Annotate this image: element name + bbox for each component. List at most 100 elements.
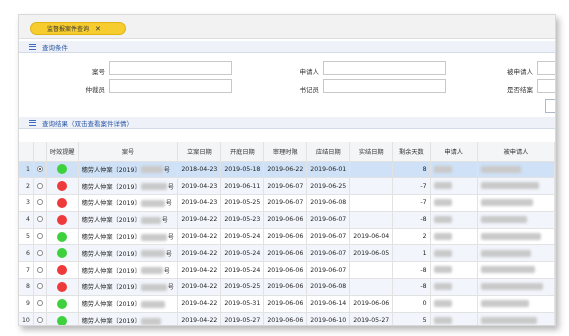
row-radio[interactable] <box>33 278 47 296</box>
clerk-label: 书记员 <box>299 86 320 94</box>
col-header-hearing-date[interactable]: 开庭日期 <box>220 142 265 162</box>
applicant-cell <box>430 177 478 196</box>
applicant-cell <box>430 244 478 263</box>
row-radio[interactable] <box>33 228 47 246</box>
case-number-cell[interactable]: 穗劳人仲案〔2019〕 号 <box>78 161 179 179</box>
query-button[interactable] <box>545 99 555 113</box>
case-number-cell[interactable]: 穗劳人仲案〔2019〕 <box>78 295 179 313</box>
table-row[interactable]: 8 穗劳人仲案〔2019〕号 2019-04-22 2019-05-25 2019-06… <box>19 278 555 296</box>
radio-icon[interactable] <box>36 182 43 189</box>
arbitrator-input[interactable] <box>109 79 232 93</box>
row-radio[interactable] <box>33 261 47 280</box>
row-number: 5 <box>19 228 34 246</box>
radio-icon[interactable] <box>36 266 43 273</box>
closed-status-select[interactable] <box>537 79 555 93</box>
row-number: 10 <box>19 312 34 325</box>
col-header-filing-date[interactable]: 立案日期 <box>177 142 222 162</box>
radio-icon[interactable] <box>36 233 43 240</box>
tab-case-query[interactable]: 监督报案件查询 ✕ <box>30 22 126 35</box>
table-row[interactable]: 4 穗劳人仲案〔2019〕号 2019-04-22 2019-05-23 2019-06… <box>19 211 555 229</box>
respondent-input[interactable] <box>537 61 555 75</box>
redacted-text <box>433 283 452 291</box>
radio-icon[interactable] <box>36 283 43 290</box>
remaining-days-cell: 5 <box>392 312 431 325</box>
hearing-date-cell: 2019-05-27 <box>220 312 265 325</box>
case-number-cell[interactable]: 穗劳人仲案〔2019〕 号 <box>78 194 179 212</box>
radio-icon[interactable] <box>36 165 43 172</box>
table-row[interactable]: 5 穗劳人仲案〔2019〕号 2019-04-22 2019-05-24 2019-06… <box>19 228 555 246</box>
case-number-cell[interactable]: 穗劳人仲案〔2019〕 号 <box>78 228 179 246</box>
query-section-header[interactable]: 查询条件 <box>19 41 555 53</box>
red-status-dot-icon <box>57 197 68 208</box>
case-number-cell[interactable]: 穗劳人仲案〔2019〕 号 <box>78 244 179 263</box>
table-row[interactable]: 1 穗劳人仲案〔2019〕号 2018-04-23 2019-05-18 2019-06… <box>19 161 555 179</box>
redacted-text <box>433 300 452 308</box>
row-radio[interactable] <box>33 161 47 179</box>
radio-icon[interactable] <box>36 216 43 223</box>
case-number-prefix: 穗劳人仲案〔2019〕 <box>81 318 141 326</box>
table-row[interactable]: 7 穗劳人仲案〔2019〕号 2019-04-22 2019-05-24 2019-06… <box>19 261 555 280</box>
table-row[interactable]: 6 穗劳人仲案〔2019〕号 2019-04-22 2019-05-24 2019-06… <box>19 244 555 263</box>
case-number-cell[interactable]: 穗劳人仲案〔2019〕 号 <box>78 278 179 296</box>
row-radio[interactable] <box>33 295 47 313</box>
deadline-alert-cell <box>46 161 79 179</box>
table-row[interactable]: 2 穗劳人仲案〔2019〕号 2019-04-23 2019-06-11 2019-06… <box>19 177 555 196</box>
hearing-date-cell: 2019-05-25 <box>220 278 265 296</box>
col-header-remaining-days[interactable]: 剩余天数 <box>392 142 431 162</box>
case-number-input[interactable] <box>109 61 232 75</box>
table-row[interactable]: 9 穗劳人仲案〔2019〕 2019-04-22 2019-05-31 2019-06-… <box>19 295 555 313</box>
remaining-days-cell: 8 <box>392 161 431 179</box>
row-radio[interactable] <box>33 194 47 212</box>
radio-icon[interactable] <box>36 300 43 307</box>
row-radio[interactable] <box>33 177 47 196</box>
redacted-text <box>140 317 161 325</box>
closed-date-cell <box>349 261 394 280</box>
redacted-text <box>140 250 165 258</box>
closed-date-cell <box>349 278 394 296</box>
green-status-dot-icon <box>57 315 68 325</box>
due-date-cell: 2019-06-07 <box>306 261 351 280</box>
due-date-cell: 2019-06-07 <box>306 244 351 263</box>
col-header-applicant[interactable]: 申请人 <box>430 142 478 162</box>
remaining-days-cell: -8 <box>392 211 431 229</box>
table-row[interactable]: 10 穗劳人仲案〔2019〕 2019-04-22 2019-05-27 2019-06… <box>19 312 555 326</box>
radio-icon[interactable] <box>36 249 43 256</box>
due-date-cell: 2019-06-07 <box>306 228 351 246</box>
col-header-case-number[interactable]: 案号 <box>78 142 179 162</box>
redacted-text <box>140 199 165 207</box>
col-header-due-date[interactable]: 应结日期 <box>306 142 351 162</box>
deadline-alert-cell <box>46 244 79 263</box>
redacted-text <box>480 232 541 240</box>
results-section-header[interactable]: 查询结果（双击查看案件详情） <box>19 117 555 129</box>
case-number-suffix: 号 <box>163 166 170 174</box>
row-number-header <box>19 142 34 162</box>
trial-limit-cell: 2019-06-06 <box>263 295 308 313</box>
row-radio[interactable] <box>33 244 47 263</box>
row-radio[interactable] <box>33 312 47 325</box>
applicant-cell <box>430 261 478 280</box>
case-number-cell[interactable]: 穗劳人仲案〔2019〕 号 <box>78 261 179 280</box>
col-header-respondent[interactable]: 被申请人 <box>477 142 555 162</box>
col-header-closed-date[interactable]: 实结日期 <box>349 142 394 162</box>
col-header-trial-limit[interactable]: 审理时限 <box>263 142 308 162</box>
hearing-date-cell: 2019-05-24 <box>220 244 265 263</box>
case-number-cell[interactable]: 穗劳人仲案〔2019〕 <box>78 312 179 326</box>
arbitrator-label: 仲裁员 <box>85 86 106 94</box>
row-radio[interactable] <box>33 211 47 229</box>
case-number-cell[interactable]: 穗劳人仲案〔2019〕 号 <box>78 211 179 229</box>
hearing-date-cell: 2019-05-31 <box>220 295 265 313</box>
deadline-alert-cell <box>46 228 79 246</box>
case-number-suffix: 号 <box>167 183 174 191</box>
radio-icon[interactable] <box>36 199 43 206</box>
red-status-dot-icon <box>57 265 68 276</box>
col-header-deadline-alert[interactable]: 时效提醒 <box>46 142 79 162</box>
close-icon[interactable]: ✕ <box>95 25 101 33</box>
table-row[interactable]: 3 穗劳人仲案〔2019〕号 2019-04-23 2019-05-25 2019-06… <box>19 194 555 212</box>
due-date-cell: 2019-06-25 <box>306 177 351 196</box>
radio-icon[interactable] <box>36 317 43 324</box>
case-number-suffix: 号 <box>167 284 174 292</box>
clerk-input[interactable] <box>323 79 446 93</box>
case-number-cell[interactable]: 穗劳人仲案〔2019〕 号 <box>78 177 179 196</box>
menu-icon <box>29 119 36 126</box>
applicant-input[interactable] <box>323 61 446 75</box>
